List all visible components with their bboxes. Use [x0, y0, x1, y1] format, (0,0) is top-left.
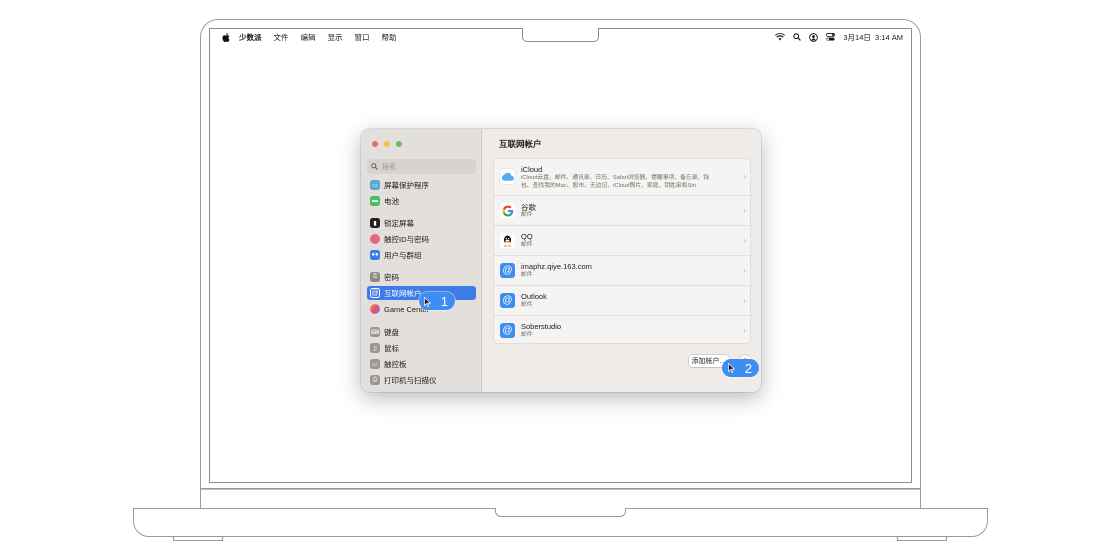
chevron-right-icon: ›	[743, 296, 746, 305]
screensaver-icon: ▭	[370, 180, 380, 190]
google-icon	[500, 203, 515, 218]
minimize-window-button[interactable]	[384, 141, 390, 147]
chevron-right-icon: ›	[743, 172, 746, 181]
icloud-icon	[500, 169, 515, 184]
menu-file[interactable]: 文件	[274, 32, 289, 43]
account-name: Soberstudio	[521, 322, 562, 331]
chevron-right-icon: ›	[743, 326, 746, 335]
account-name: imaphz.qiye.163.com	[521, 262, 592, 271]
account-list: iCloud iCloud云盘、邮件、通讯录、日历、Safari浏览器、提醒事项…	[493, 158, 752, 345]
step-number: 1	[440, 293, 448, 309]
menubar-clock[interactable]: 3月14日 3:14 AM	[843, 32, 903, 43]
keyboard-icon: ⌨	[370, 327, 380, 337]
account-services: iCloud云盘、邮件、通讯录、日历、Safari浏览器、提醒事项、备忘录、钱	[521, 175, 710, 181]
wifi-icon[interactable]	[775, 33, 786, 41]
sidebar-item-label: 屏幕保护程序	[384, 180, 429, 190]
sidebar-item-users-groups[interactable]: ●● 用户与群组	[367, 248, 476, 262]
chevron-right-icon: ›	[743, 266, 746, 275]
menu-help[interactable]: 帮助	[382, 32, 397, 43]
game-center-icon	[370, 304, 380, 314]
account-row-google[interactable]: 谷歌 邮件 ›	[494, 195, 752, 225]
sidebar-item-label: 触控ID与密码	[384, 234, 429, 244]
sidebar-item-label: 用户与群组	[384, 250, 422, 260]
status-area: 3月14日 3:14 AM	[775, 29, 903, 45]
step-number: 2	[744, 360, 752, 376]
laptop-foot-right	[897, 537, 947, 541]
printer-icon: ⎙	[370, 375, 380, 385]
laptop-foot-left	[173, 537, 223, 541]
account-row-qq[interactable]: QQ 邮件 ›	[494, 225, 752, 255]
chevron-right-icon: ›	[743, 206, 746, 215]
account-services: 邮件	[521, 212, 533, 218]
account-name: QQ	[521, 232, 533, 241]
sidebar-item-battery[interactable]: ▬ 电池	[367, 194, 476, 208]
account-row-icloud[interactable]: iCloud iCloud云盘、邮件、通讯录、日历、Safari浏览器、提醒事项…	[494, 159, 752, 195]
sidebar-item-label: 触控板	[384, 359, 407, 369]
settings-content: 互联网帐户 iCloud iCloud云盘、邮件、通讯录、日历、Safari浏览…	[482, 129, 761, 392]
mouse-icon: ▯	[370, 343, 380, 353]
system-settings-window: 搜索 ▭ 屏幕保护程序 ▬ 电池 ▮ 锁定屏幕 触控ID与密码 ●● 用户与群组	[361, 129, 761, 392]
search-icon	[371, 163, 378, 170]
lock-screen-icon: ▮	[370, 218, 380, 228]
account-name: iCloud	[521, 165, 543, 174]
sidebar-search-field[interactable]: 搜索	[367, 159, 476, 174]
sidebar-item-label: 键盘	[384, 327, 399, 337]
mail-at-icon: @	[500, 323, 515, 338]
sidebar-item-passwords[interactable]: ⚿ 密码	[367, 270, 476, 284]
spotlight-search-icon[interactable]	[793, 33, 802, 41]
account-services: 邮件	[521, 302, 533, 308]
mail-at-icon: @	[500, 263, 515, 278]
mouse-cursor-icon	[424, 297, 431, 307]
account-row-163[interactable]: @ imaphz.qiye.163.com 邮件 ›	[494, 255, 752, 285]
battery-icon: ▬	[370, 196, 380, 206]
user-account-icon[interactable]	[809, 32, 819, 42]
laptop-opening-lip	[495, 508, 626, 517]
sidebar-item-keyboard[interactable]: ⌨ 键盘	[367, 325, 476, 339]
trackpad-icon: ▭	[370, 359, 380, 369]
menu-edit[interactable]: 编辑	[301, 32, 316, 43]
apple-menu-icon[interactable]	[222, 32, 230, 42]
mail-at-icon: @	[500, 293, 515, 308]
sidebar-item-label: 打印机与扫描仪	[384, 375, 437, 385]
sidebar-item-mouse[interactable]: ▯ 鼠标	[367, 341, 476, 355]
page-title: 互联网帐户	[499, 139, 542, 149]
laptop-screen: 少数派 文件 编辑 显示 窗口 帮助 3月14日 3:14 AM 搜索 ▭ 屏幕…	[209, 28, 912, 483]
internet-accounts-icon: @	[370, 288, 380, 298]
zoom-window-button[interactable]	[396, 141, 402, 147]
account-name: Outlook	[521, 292, 547, 301]
sidebar-item-label: 互联网帐户	[384, 288, 422, 298]
account-services: 邮件	[521, 332, 533, 338]
laptop-hinge	[200, 489, 921, 509]
sidebar-item-label: 密码	[384, 272, 399, 282]
password-key-icon: ⚿	[370, 272, 380, 282]
menu-view[interactable]: 显示	[328, 32, 343, 43]
control-center-icon[interactable]	[826, 33, 836, 41]
account-row-soberstudio[interactable]: @ Soberstudio 邮件 ›	[494, 315, 752, 345]
touch-id-icon	[370, 234, 380, 244]
account-services: 邮件	[521, 242, 533, 248]
sidebar-item-touch-id[interactable]: 触控ID与密码	[367, 232, 476, 246]
mouse-cursor-icon	[728, 363, 735, 373]
sidebar-item-lock-screen[interactable]: ▮ 锁定屏幕	[367, 216, 476, 230]
close-window-button[interactable]	[372, 141, 378, 147]
qq-icon	[500, 233, 515, 248]
menu-app-name[interactable]: 少数派	[239, 32, 262, 43]
sidebar-item-trackpad[interactable]: ▭ 触控板	[367, 357, 476, 371]
sidebar-item-screensaver[interactable]: ▭ 屏幕保护程序	[367, 178, 476, 192]
users-groups-icon: ●●	[370, 250, 380, 260]
camera-notch	[522, 28, 599, 42]
sidebar-item-label: 鼠标	[384, 343, 399, 353]
sidebar-item-label: 电池	[384, 196, 399, 206]
settings-sidebar: 搜索 ▭ 屏幕保护程序 ▬ 电池 ▮ 锁定屏幕 触控ID与密码 ●● 用户与群组	[361, 129, 482, 392]
chevron-right-icon: ›	[743, 236, 746, 245]
account-row-outlook[interactable]: @ Outlook 邮件 ›	[494, 285, 752, 315]
menu-window[interactable]: 窗口	[355, 32, 370, 43]
sidebar-item-printers[interactable]: ⎙ 打印机与扫描仪	[367, 373, 476, 387]
sidebar-item-label: 锁定屏幕	[384, 218, 414, 228]
search-placeholder: 搜索	[382, 163, 396, 171]
account-services-line2: 包、查找我的Mac、股市、无边记、iCloud照片、家庭、钥匙串和Siri	[521, 183, 696, 189]
account-services: 邮件	[521, 272, 533, 278]
